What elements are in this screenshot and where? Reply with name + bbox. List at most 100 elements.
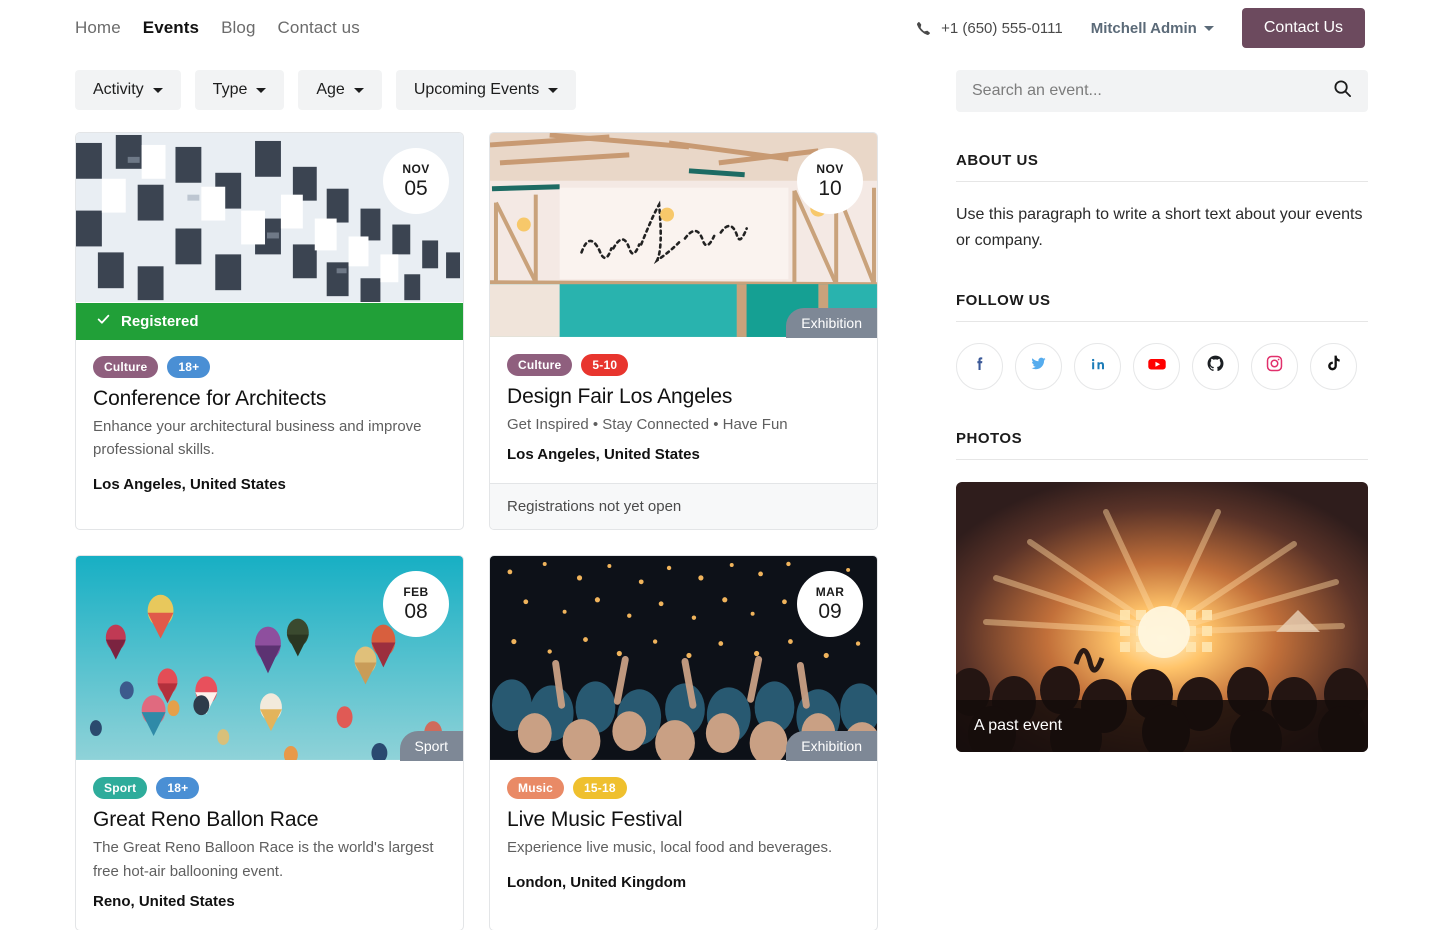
event-subtitle: Enhance your architectural business and … bbox=[93, 415, 446, 462]
event-date-day: 09 bbox=[818, 601, 841, 622]
main-nav: Home Events Blog Contact us bbox=[75, 18, 360, 38]
linkedin-icon bbox=[1089, 355, 1107, 378]
event-location: Reno, United States bbox=[93, 893, 446, 910]
about-us-text: Use this paragraph to write a short text… bbox=[956, 202, 1368, 255]
event-date-badge: NOV 10 bbox=[797, 148, 863, 214]
event-subtitle: Get Inspired • Stay Connected • Have Fun bbox=[507, 413, 860, 436]
event-date-badge: NOV 05 bbox=[383, 148, 449, 214]
filter-type[interactable]: Type bbox=[195, 70, 285, 110]
filter-upcoming-events-label: Upcoming Events bbox=[414, 81, 539, 99]
event-chip-category[interactable]: Culture bbox=[507, 354, 572, 376]
event-date-month: NOV bbox=[816, 163, 843, 175]
event-card-body: Culture 5-10 Design Fair Los Angeles Get… bbox=[490, 338, 877, 483]
events-grid: NOV 05 Registered Culture 18+ Conference bbox=[75, 132, 878, 930]
photo-card[interactable]: A past event bbox=[956, 482, 1368, 752]
facebook-icon bbox=[971, 355, 989, 378]
event-registered-bar: Registered bbox=[76, 303, 463, 340]
event-chips: Culture 5-10 bbox=[507, 354, 860, 376]
chevron-down-icon bbox=[1204, 26, 1214, 31]
user-menu-label: Mitchell Admin bbox=[1091, 20, 1197, 37]
event-chip-age[interactable]: 5-10 bbox=[581, 354, 628, 376]
event-type-tag: Exhibition bbox=[786, 731, 877, 761]
contact-us-button[interactable]: Contact Us bbox=[1242, 8, 1365, 48]
youtube-link[interactable] bbox=[1133, 343, 1180, 390]
event-chip-category[interactable]: Music bbox=[507, 777, 564, 799]
header-right: +1 (650) 555-0111 Mitchell Admin Contact… bbox=[916, 8, 1365, 48]
nav-item-blog[interactable]: Blog bbox=[221, 18, 255, 38]
nav-item-contact-us[interactable]: Contact us bbox=[278, 18, 360, 38]
photos-section: PHOTOS bbox=[956, 430, 1368, 752]
search-bar[interactable] bbox=[956, 70, 1368, 112]
event-image-music-crowd: MAR 09 Exhibition bbox=[490, 556, 877, 761]
filter-upcoming-events[interactable]: Upcoming Events bbox=[396, 70, 576, 110]
event-card-body: Culture 18+ Conference for Architects En… bbox=[76, 340, 463, 529]
facebook-link[interactable] bbox=[956, 343, 1003, 390]
event-date-day: 10 bbox=[818, 178, 841, 199]
event-chip-age[interactable]: 18+ bbox=[167, 356, 210, 378]
twitter-icon bbox=[1029, 354, 1048, 378]
filter-activity-label: Activity bbox=[93, 81, 144, 99]
event-chip-age[interactable]: 18+ bbox=[156, 777, 199, 799]
events-column: Activity Type Age Upcoming Events bbox=[75, 56, 878, 930]
about-us-section: ABOUT US Use this paragraph to write a s… bbox=[956, 152, 1368, 255]
event-card[interactable]: FEB 08 Sport Sport 18+ Great Reno Ballon… bbox=[75, 555, 464, 930]
sidebar: ABOUT US Use this paragraph to write a s… bbox=[956, 56, 1368, 930]
photos-title: PHOTOS bbox=[956, 430, 1368, 460]
event-registered-label: Registered bbox=[121, 313, 199, 330]
event-title[interactable]: Great Reno Ballon Race bbox=[93, 808, 446, 832]
tiktok-icon bbox=[1324, 354, 1343, 378]
event-chips: Music 15-18 bbox=[507, 777, 860, 799]
event-image-design-fair: NOV 10 Exhibition bbox=[490, 133, 877, 338]
filter-age[interactable]: Age bbox=[298, 70, 381, 110]
nav-item-events[interactable]: Events bbox=[143, 18, 199, 38]
phone-icon bbox=[916, 21, 931, 36]
event-title[interactable]: Design Fair Los Angeles bbox=[507, 385, 860, 409]
github-link[interactable] bbox=[1192, 343, 1239, 390]
event-title[interactable]: Conference for Architects bbox=[93, 387, 446, 411]
event-date-month: NOV bbox=[402, 163, 429, 175]
event-card-body: Sport 18+ Great Reno Ballon Race The Gre… bbox=[76, 761, 463, 930]
follow-us-section: FOLLOW US bbox=[956, 292, 1368, 390]
event-title[interactable]: Live Music Festival bbox=[507, 808, 860, 832]
event-image-architecture: NOV 05 bbox=[76, 133, 463, 303]
event-type-tag: Sport bbox=[400, 731, 463, 761]
photo-caption: A past event bbox=[956, 700, 1368, 752]
event-card[interactable]: NOV 05 Registered Culture 18+ Conference bbox=[75, 132, 464, 530]
event-card[interactable]: MAR 09 Exhibition Music 15-18 Live Music… bbox=[489, 555, 878, 930]
event-date-month: FEB bbox=[403, 586, 428, 598]
about-us-title: ABOUT US bbox=[956, 152, 1368, 182]
filter-activity[interactable]: Activity bbox=[75, 70, 181, 110]
event-chip-age[interactable]: 15-18 bbox=[573, 777, 627, 799]
search-input[interactable] bbox=[972, 82, 1333, 100]
phone-number[interactable]: +1 (650) 555-0111 bbox=[916, 20, 1063, 37]
linkedin-link[interactable] bbox=[1074, 343, 1121, 390]
github-icon bbox=[1206, 354, 1225, 378]
youtube-icon bbox=[1146, 353, 1168, 380]
event-chip-category[interactable]: Culture bbox=[93, 356, 158, 378]
search-icon[interactable] bbox=[1333, 79, 1352, 103]
chevron-down-icon bbox=[354, 88, 364, 93]
twitter-link[interactable] bbox=[1015, 343, 1062, 390]
chevron-down-icon bbox=[548, 88, 558, 93]
chevron-down-icon bbox=[153, 88, 163, 93]
event-date-badge: MAR 09 bbox=[797, 571, 863, 637]
instagram-icon bbox=[1265, 354, 1284, 378]
event-location: Los Angeles, United States bbox=[507, 446, 860, 463]
event-location: London, United Kingdom bbox=[507, 874, 860, 891]
event-card-body: Music 15-18 Live Music Festival Experien… bbox=[490, 761, 877, 930]
event-chip-category[interactable]: Sport bbox=[93, 777, 147, 799]
site-header: Home Events Blog Contact us +1 (650) 555… bbox=[0, 0, 1440, 56]
user-menu[interactable]: Mitchell Admin bbox=[1091, 20, 1214, 37]
event-registration-status: Registrations not yet open bbox=[490, 483, 877, 529]
filter-age-label: Age bbox=[316, 81, 344, 99]
tiktok-link[interactable] bbox=[1310, 343, 1357, 390]
social-links bbox=[956, 343, 1368, 390]
nav-item-home[interactable]: Home bbox=[75, 18, 121, 38]
event-subtitle: The Great Reno Balloon Race is the world… bbox=[93, 836, 446, 883]
phone-label: +1 (650) 555-0111 bbox=[941, 20, 1063, 37]
event-card[interactable]: NOV 10 Exhibition Culture 5-10 Design Fa… bbox=[489, 132, 878, 530]
event-date-day: 08 bbox=[404, 601, 427, 622]
instagram-link[interactable] bbox=[1251, 343, 1298, 390]
event-date-badge: FEB 08 bbox=[383, 571, 449, 637]
event-chips: Sport 18+ bbox=[93, 777, 446, 799]
